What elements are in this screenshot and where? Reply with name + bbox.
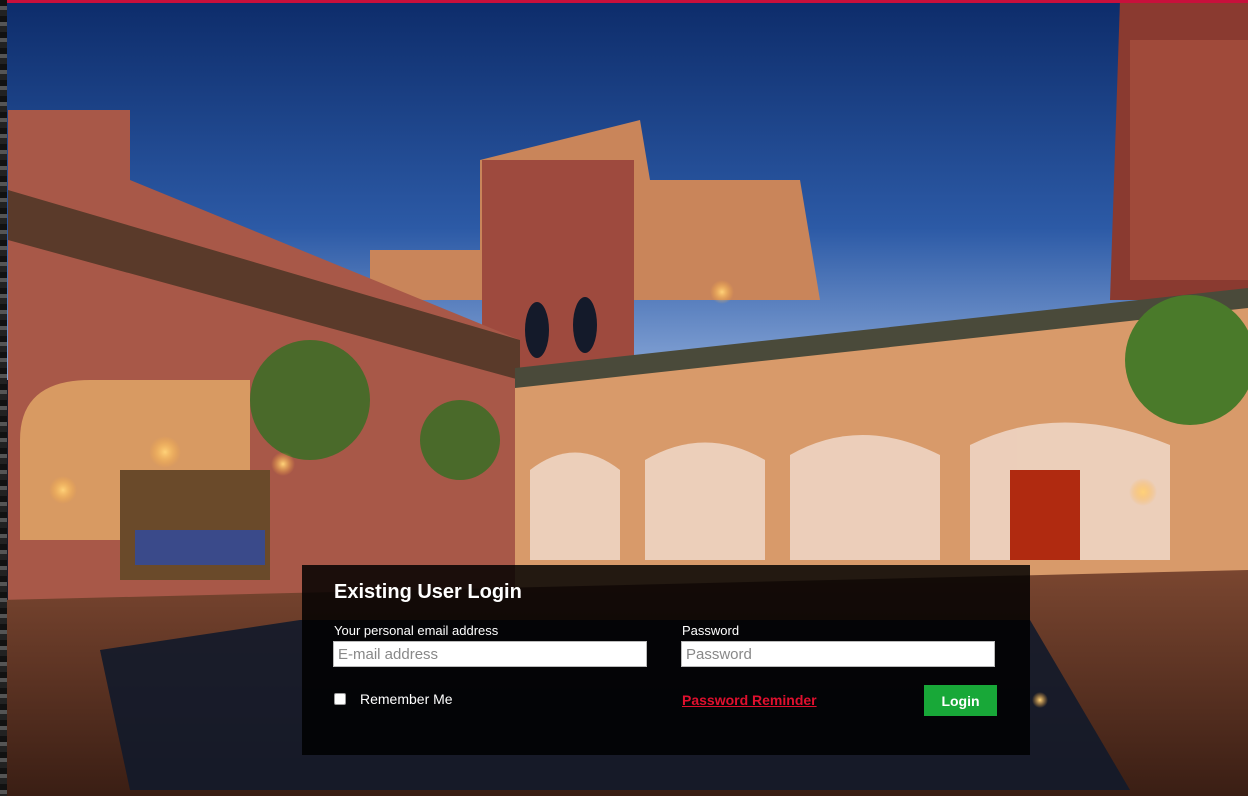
left-edge-strip: [0, 0, 7, 796]
lamp: [49, 476, 77, 504]
password-reminder-link[interactable]: Password Reminder: [682, 692, 817, 708]
password-label: Password: [682, 623, 740, 638]
doorway: [1010, 470, 1080, 560]
login-panel: Existing User Login Your personal email …: [302, 565, 1030, 755]
tree: [420, 400, 500, 480]
remember-me-label: Remember Me: [360, 691, 453, 707]
lamp: [271, 452, 295, 476]
top-accent-bar: [0, 0, 1248, 3]
password-input[interactable]: [681, 641, 995, 667]
email-label: Your personal email address: [334, 623, 499, 638]
login-button[interactable]: Login: [924, 685, 997, 716]
tower-window: [525, 302, 549, 358]
lamp: [1129, 478, 1157, 506]
login-title: Existing User Login: [334, 581, 522, 603]
tree: [250, 340, 370, 460]
lamp: [710, 280, 734, 304]
email-input[interactable]: [333, 641, 647, 667]
lamp: [149, 436, 181, 468]
remember-me-checkbox[interactable]: [334, 693, 346, 705]
remember-me[interactable]: Remember Me: [334, 691, 453, 707]
tower-window: [573, 297, 597, 353]
